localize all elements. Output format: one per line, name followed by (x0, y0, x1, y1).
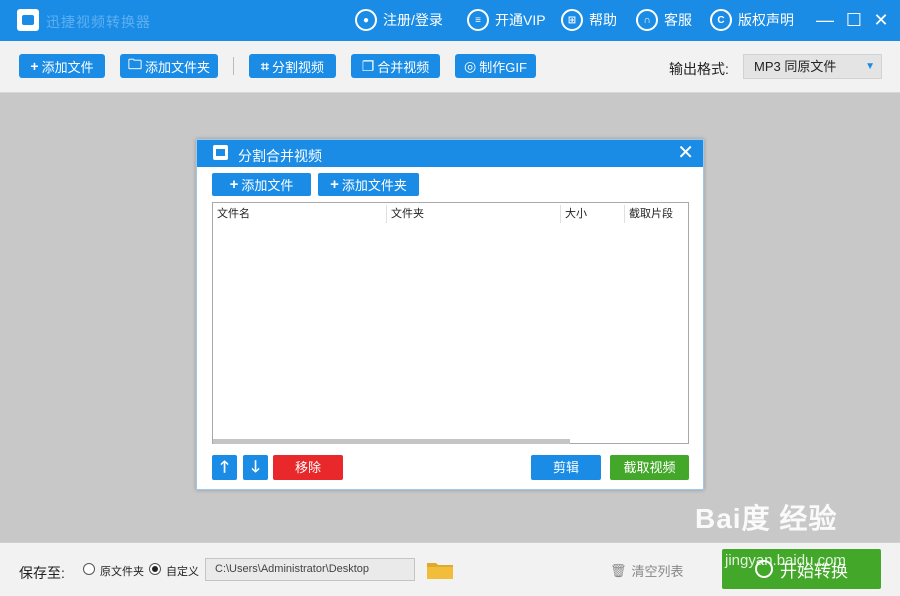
crop-icon: ⌗ (261, 57, 269, 74)
clear-list-button[interactable]: 🗑 清空列表 (610, 561, 684, 580)
merge-video-label: 合并视频 (377, 59, 430, 75)
capture-video-button[interactable]: 截取视频 (610, 455, 689, 480)
output-format-value: MP3 同原文件 (754, 59, 837, 74)
output-format-select[interactable]: MP3 同原文件 ▼ (743, 54, 882, 79)
output-path-field[interactable]: C:\Users\Administrator\Desktop (205, 558, 415, 581)
title-bar: 迅捷视频转换器 ● 注册/登录 ≡ 开通VIP ⊞ 帮助 ∩ 客服 C 版权声明… (0, 0, 900, 41)
toolbar: + 添加文件 🗀 添加文件夹 ⌗ 分割视频 ❐ 合并视频 ◎ 制作GIF 输出格… (0, 41, 900, 93)
toolbar-divider (233, 57, 234, 75)
copyright-label: 版权声明 (738, 12, 794, 28)
dialog-add-file-label: 添加文件 (241, 178, 294, 193)
copyright-button[interactable]: C 版权声明 (710, 8, 794, 32)
edit-button[interactable]: 剪辑 (531, 455, 601, 480)
login-label: 注册/登录 (383, 12, 443, 28)
merge-video-button[interactable]: ❐ 合并视频 (351, 54, 440, 78)
dialog-add-folder-label: 添加文件夹 (341, 178, 407, 193)
maximize-button[interactable]: ☐ (844, 10, 864, 30)
split-merge-dialog: 分割合并视频 ✕ + 添加文件 + 添加文件夹 文件名 文件夹 大小 截取片段 … (196, 139, 704, 490)
add-file-button[interactable]: + 添加文件 (19, 54, 105, 78)
vip-label: 开通VIP (495, 12, 546, 28)
help-button[interactable]: ⊞ 帮助 (561, 8, 617, 32)
support-label: 客服 (664, 12, 692, 28)
browse-folder-icon[interactable] (426, 560, 454, 580)
app-logo-icon (17, 9, 39, 31)
column-header-folder[interactable]: 文件夹 (387, 203, 560, 225)
add-file-label: 添加文件 (41, 59, 94, 75)
login-button[interactable]: ● 注册/登录 (355, 8, 443, 32)
minimize-button[interactable]: — (815, 10, 835, 30)
start-convert-button[interactable]: 开始转换 (722, 549, 881, 589)
horizontal-scrollbar[interactable] (213, 439, 570, 444)
chevron-down-icon: ▼ (865, 61, 875, 72)
arrow-up-icon: 🡑 (220, 459, 229, 476)
support-button[interactable]: ∩ 客服 (636, 8, 692, 32)
bottom-bar: 保存至: 原文件夹 自定义 C:\Users\Administrator\Des… (0, 542, 900, 596)
folder-icon: 🗀 (127, 56, 142, 72)
plus-icon: + (30, 58, 39, 74)
vip-icon: ≡ (467, 9, 489, 31)
vip-button[interactable]: ≡ 开通VIP (467, 8, 546, 32)
refresh-icon (755, 560, 773, 578)
help-icon: ⊞ (561, 9, 583, 31)
dialog-close-icon[interactable]: ✕ (677, 142, 694, 164)
plus-icon: + (229, 176, 239, 193)
make-gif-label: 制作GIF (479, 59, 527, 75)
radio-custom-label: 自定义 (166, 566, 199, 578)
add-folder-button[interactable]: 🗀 添加文件夹 (120, 54, 218, 78)
help-label: 帮助 (589, 12, 617, 28)
clear-list-label: 清空列表 (631, 564, 684, 579)
radio-original-label: 原文件夹 (100, 566, 144, 578)
trash-icon: 🗑 (610, 562, 627, 578)
save-to-label: 保存至: (19, 565, 65, 581)
add-folder-label: 添加文件夹 (144, 59, 210, 75)
make-gif-button[interactable]: ◎ 制作GIF (455, 54, 536, 78)
file-table[interactable]: 文件名 文件夹 大小 截取片段 (212, 202, 689, 444)
dialog-logo-icon (213, 145, 228, 160)
dialog-add-file-button[interactable]: + 添加文件 (212, 173, 311, 196)
output-format-label: 输出格式: (669, 61, 729, 77)
merge-icon: ❐ (361, 57, 375, 74)
radio-custom-folder[interactable] (149, 563, 161, 575)
arrow-down-icon: 🡓 (251, 459, 260, 476)
split-video-button[interactable]: ⌗ 分割视频 (249, 54, 336, 78)
split-video-label: 分割视频 (271, 59, 324, 75)
headset-icon: ∩ (636, 9, 658, 31)
column-header-clip[interactable]: 截取片段 (625, 203, 689, 225)
dialog-header: 分割合并视频 ✕ (197, 140, 703, 167)
close-button[interactable]: ✕ (871, 10, 891, 30)
dialog-title: 分割合并视频 (238, 148, 322, 164)
column-header-filename[interactable]: 文件名 (213, 203, 386, 225)
user-icon: ● (355, 9, 377, 31)
baidu-watermark: Bai度 经验 (695, 503, 838, 534)
column-header-size[interactable]: 大小 (561, 203, 624, 225)
copyright-icon: C (710, 9, 732, 31)
plus-icon: + (330, 176, 339, 193)
dialog-add-folder-button[interactable]: + 添加文件夹 (318, 173, 419, 196)
start-convert-label: 开始转换 (780, 561, 848, 581)
move-down-button[interactable]: 🡓 (243, 455, 268, 480)
gif-icon: ◎ (464, 57, 477, 74)
radio-original-folder[interactable] (83, 563, 95, 575)
move-up-button[interactable]: 🡑 (212, 455, 237, 480)
remove-button[interactable]: 移除 (273, 455, 343, 480)
app-title: 迅捷视频转换器 (46, 14, 151, 30)
